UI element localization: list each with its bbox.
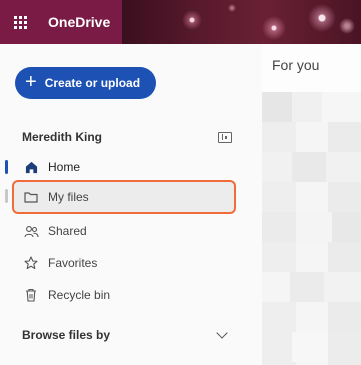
- sidebar-item-favorites[interactable]: Favorites: [14, 248, 234, 278]
- header-banner: [122, 0, 361, 44]
- star-icon: [22, 256, 40, 270]
- plus-icon: +: [25, 70, 37, 93]
- app-name[interactable]: OneDrive: [48, 14, 110, 30]
- browse-files-by-section[interactable]: Browse files by: [22, 327, 232, 342]
- active-indicator: [5, 160, 8, 174]
- sidebar-item-label: My files: [48, 190, 89, 204]
- people-icon: [22, 225, 40, 238]
- blurred-content: [262, 92, 361, 365]
- selection-indicator: [5, 189, 8, 203]
- chevron-down-icon[interactable]: [216, 327, 228, 339]
- collapse-pane-icon[interactable]: [218, 131, 232, 143]
- folder-icon: [22, 191, 40, 203]
- sidebar-item-label: Home: [48, 160, 81, 174]
- sidebar-item-label: Recycle bin: [48, 288, 111, 302]
- user-name: Meredith King: [22, 130, 102, 144]
- sidebar-item-my-files[interactable]: My files: [12, 180, 236, 214]
- main-content: For you: [262, 44, 361, 365]
- sidebar-item-label: Favorites: [48, 256, 98, 270]
- create-or-upload-label: Create or upload: [44, 76, 141, 90]
- sidebar-item-shared[interactable]: Shared: [14, 216, 234, 246]
- app-launcher-button[interactable]: [0, 0, 40, 44]
- page-title: For you: [272, 57, 320, 73]
- top-bar: OneDrive: [0, 0, 361, 44]
- sidebar-item-home[interactable]: Home: [14, 152, 234, 182]
- waffle-icon: [13, 15, 27, 29]
- create-or-upload-button[interactable]: + Create or upload: [15, 67, 156, 99]
- user-row: Meredith King: [22, 128, 232, 146]
- trash-icon: [22, 288, 40, 302]
- home-icon: [22, 161, 40, 174]
- section-title: Browse files by: [22, 328, 111, 342]
- sidebar-item-label: Shared: [48, 224, 87, 238]
- sidebar-item-recycle-bin[interactable]: Recycle bin: [14, 280, 234, 310]
- brand-area: OneDrive: [0, 0, 122, 44]
- sidebar: + Create or upload Meredith King Home My…: [0, 44, 262, 365]
